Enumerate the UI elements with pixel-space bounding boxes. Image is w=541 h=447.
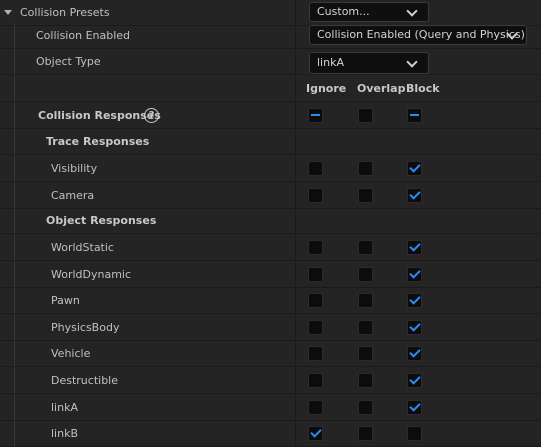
object-type-row: Object Type linkA <box>0 49 541 75</box>
collision-presets-value: Custom... <box>317 5 370 18</box>
block-checkbox[interactable] <box>407 399 422 415</box>
ignore-checkbox[interactable] <box>308 161 323 176</box>
overlap-checkbox[interactable] <box>358 187 373 203</box>
overlap-checkbox[interactable] <box>358 293 373 309</box>
block-checkbox[interactable] <box>407 266 422 282</box>
collision-presets-dropdown[interactable]: Custom... <box>309 2 429 22</box>
response-row: Pawn <box>0 288 541 315</box>
block-checkbox[interactable] <box>407 161 422 176</box>
response-row: Visibility <box>0 156 541 182</box>
all-overlap-checkbox[interactable] <box>358 108 373 123</box>
object-type-dropdown[interactable]: linkA <box>309 52 429 74</box>
collision-enabled-label: Collision Enabled <box>36 29 131 42</box>
chevron-down-icon <box>406 56 418 68</box>
chevron-down-icon <box>406 5 418 17</box>
collision-enabled-row: Collision Enabled Collision Enabled (Que… <box>0 23 541 49</box>
response-row-label: Pawn <box>51 294 80 308</box>
block-checkbox[interactable] <box>407 319 422 335</box>
response-row-label: WorldDynamic <box>51 267 132 281</box>
collision-responses-row: Collision Responses ? <box>0 103 541 129</box>
ignore-checkbox[interactable] <box>308 399 323 415</box>
object-type-value: linkA <box>317 56 344 69</box>
overlap-column-header: Overlap <box>357 82 406 95</box>
question-circle-icon[interactable]: ? <box>144 108 159 123</box>
triangle-down-icon[interactable] <box>4 10 12 15</box>
trace-responses-section: Trace Responses <box>0 129 541 155</box>
object-responses-section: Object Responses <box>0 208 541 234</box>
response-row: WorldDynamic <box>0 261 541 288</box>
response-row-label: Destructible <box>51 374 118 387</box>
block-checkbox[interactable] <box>407 187 422 203</box>
ignore-checkbox[interactable] <box>308 187 323 203</box>
ignore-checkbox[interactable] <box>308 266 323 282</box>
column-header-row: Ignore Overlap Block <box>0 76 541 102</box>
overlap-checkbox[interactable] <box>358 161 373 176</box>
ignore-checkbox[interactable] <box>308 426 323 442</box>
block-checkbox[interactable] <box>407 293 422 309</box>
ignore-checkbox[interactable] <box>308 240 323 255</box>
all-ignore-checkbox[interactable] <box>308 108 323 123</box>
overlap-checkbox[interactable] <box>358 346 373 362</box>
response-row-label: PhysicsBody <box>51 320 120 334</box>
response-row: linkB <box>0 421 541 447</box>
object-responses-label: Object Responses <box>46 214 157 227</box>
all-block-checkbox[interactable] <box>407 108 422 123</box>
block-checkbox[interactable] <box>407 240 422 255</box>
block-checkbox[interactable] <box>407 426 422 442</box>
overlap-checkbox[interactable] <box>358 319 373 335</box>
response-row: PhysicsBody <box>0 314 541 341</box>
ignore-checkbox[interactable] <box>308 346 323 362</box>
response-row: Vehicle <box>0 341 541 368</box>
object-type-label: Object Type <box>36 55 101 68</box>
response-row-label: linkB <box>51 427 79 441</box>
response-row-label: Vehicle <box>51 347 91 361</box>
block-column-header: Block <box>406 82 440 95</box>
ignore-checkbox[interactable] <box>308 319 323 335</box>
ignore-checkbox[interactable] <box>308 373 323 388</box>
collision-details-panel: Collision Presets Custom... Collision En… <box>0 0 541 447</box>
overlap-checkbox[interactable] <box>358 373 373 388</box>
response-row-label: linkA <box>51 400 78 414</box>
collision-enabled-value: Collision Enabled (Query and Physics) <box>317 28 525 41</box>
response-row: WorldStatic <box>0 235 541 261</box>
ignore-checkbox[interactable] <box>308 293 323 309</box>
ignore-column-header: Ignore <box>306 82 347 95</box>
overlap-checkbox[interactable] <box>358 240 373 255</box>
response-row: Camera <box>0 182 541 209</box>
response-row-label: WorldStatic <box>51 241 114 254</box>
block-checkbox[interactable] <box>407 373 422 388</box>
overlap-checkbox[interactable] <box>358 426 373 442</box>
overlap-checkbox[interactable] <box>358 266 373 282</box>
response-row: linkA <box>0 394 541 421</box>
overlap-checkbox[interactable] <box>358 399 373 415</box>
response-row-label: Camera <box>51 188 95 202</box>
collision-responses-label: Collision Responses <box>38 109 161 122</box>
response-row: Destructible <box>0 368 541 394</box>
trace-responses-label: Trace Responses <box>46 135 150 148</box>
collision-enabled-dropdown[interactable]: Collision Enabled (Query and Physics) <box>309 25 527 45</box>
block-checkbox[interactable] <box>407 346 422 362</box>
response-row-label: Visibility <box>51 162 98 175</box>
